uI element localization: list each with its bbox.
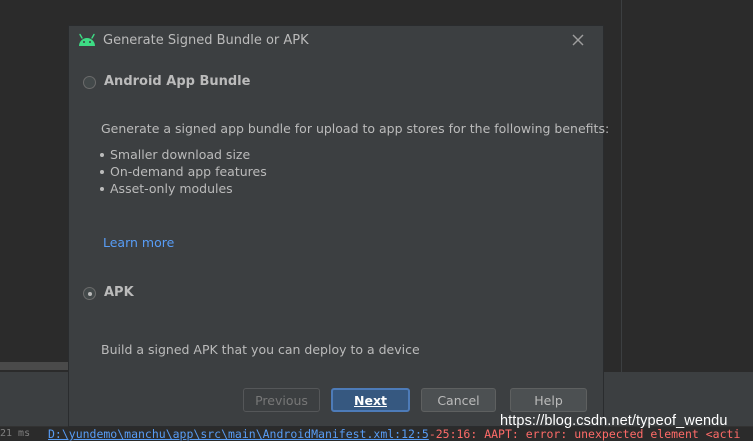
next-button[interactable]: Next — [331, 388, 410, 412]
editor-vertical-divider — [621, 0, 622, 372]
radio-android-app-bundle[interactable] — [83, 76, 96, 89]
apk-description: Build a signed APK that you can deploy t… — [101, 342, 420, 357]
previous-button[interactable]: Previous — [243, 388, 320, 412]
generate-signed-dialog: Generate Signed Bundle or APK Android Ap… — [69, 26, 609, 426]
learn-more-link[interactable]: Learn more — [103, 235, 174, 250]
editor-horizontal-scrollbar[interactable] — [0, 362, 69, 370]
build-time: 21 ms — [0, 428, 31, 439]
label-apk[interactable]: APK — [104, 285, 134, 300]
editor-left-panel — [0, 0, 69, 372]
build-error-message: -25:16: AAPT: error: unexpected element … — [428, 427, 741, 441]
cancel-button[interactable]: Cancel — [421, 388, 496, 412]
android-icon — [79, 33, 95, 46]
label-android-app-bundle[interactable]: Android App Bundle — [104, 74, 250, 89]
radio-apk[interactable] — [83, 287, 96, 300]
dialog-title-bar[interactable]: Generate Signed Bundle or APK — [69, 26, 603, 56]
manifest-path-link[interactable]: D:\yundemo\manchu\app\src\main\AndroidMa… — [48, 427, 429, 441]
close-icon[interactable] — [571, 33, 585, 47]
bundle-description: Generate a signed app bundle for upload … — [101, 121, 610, 136]
benefit-item: Asset-only modules — [100, 181, 233, 196]
watermark-text: https://blog.csdn.net/typeof_wendu — [500, 413, 728, 429]
dialog-title: Generate Signed Bundle or APK — [103, 33, 309, 48]
editor-right-panel — [603, 0, 753, 372]
build-error-line: D:\yundemo\manchu\app\src\main\AndroidMa… — [48, 427, 740, 441]
benefit-item: On-demand app features — [100, 164, 267, 179]
help-button[interactable]: Help — [510, 388, 587, 412]
benefit-item: Smaller download size — [100, 147, 250, 162]
